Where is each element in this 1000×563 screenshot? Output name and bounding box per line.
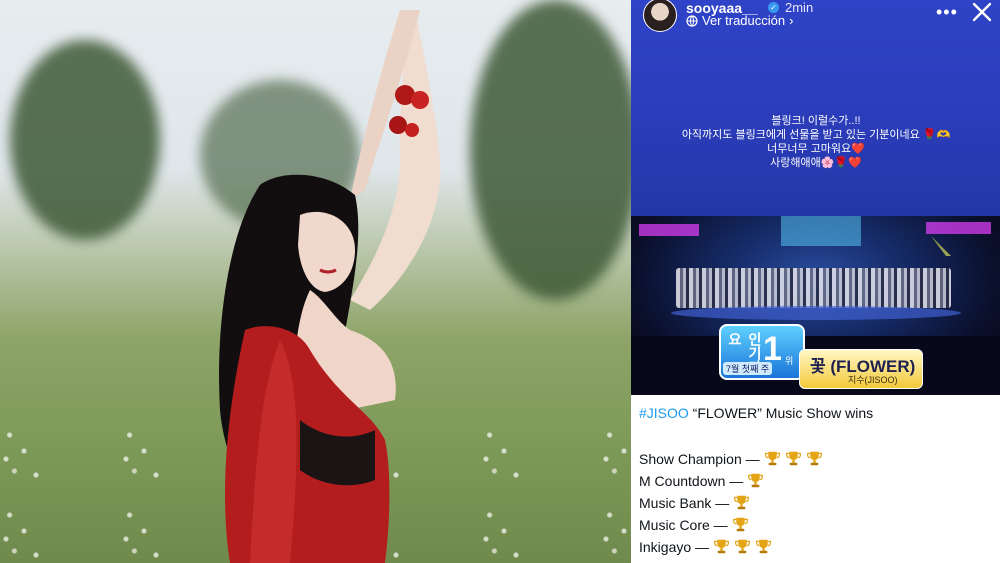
story-message-line: 아직까지도 블링크에게 선물을 받고 있는 기분이네요 🌹🫶 xyxy=(681,129,951,141)
tweet-card: #JISOO “FLOWER” Music Show wins Show Cha… xyxy=(631,395,1000,563)
win-row: M Countdown — xyxy=(639,472,764,489)
globe-icon xyxy=(686,14,698,27)
show-name: Music Bank — xyxy=(639,494,730,511)
win-row: Music Bank — xyxy=(639,494,750,511)
rank-unit: 위 xyxy=(785,356,794,366)
hashtag-link[interactable]: #JISOO xyxy=(639,405,689,421)
trophy-icon xyxy=(714,539,729,554)
artist-photo xyxy=(0,0,631,563)
show-name: Inkigayo — xyxy=(639,538,710,555)
trophy-icon xyxy=(735,539,750,554)
week-label: 7월 첫째 주 xyxy=(723,362,773,375)
trophy-icon xyxy=(734,495,750,510)
story-message: 블링크! 이럴수가..!! 아직까지도 블링크에게 선물을 받고 있는 기분이네… xyxy=(661,114,971,170)
win-row: Show Champion — xyxy=(639,450,823,467)
chevron-right-icon: › xyxy=(789,13,794,28)
trophy-icon xyxy=(756,539,771,554)
background-tree xyxy=(10,40,160,240)
instagram-story: sooyaaa__ ✓ 2min Ver traducción › ••• 블링… xyxy=(631,0,1000,216)
trophy-icon xyxy=(785,451,801,466)
win-row: Music Core — xyxy=(639,516,749,533)
song-banner: 꽃 (FLOWER) 지수(JISOO) xyxy=(799,349,923,389)
stage-lights xyxy=(639,216,991,256)
tv-broadcast-still: 인기가요 1 위 7월 첫째 주 꽃 (FLOWER) 지수(JISOO) xyxy=(631,216,1000,395)
show-name: Music Core — xyxy=(639,516,728,533)
woman-figure xyxy=(219,10,441,563)
song-artist: 지수(JISOO) xyxy=(848,375,898,385)
trophy-icon xyxy=(764,451,780,466)
show-name: M Countdown — xyxy=(639,472,744,489)
performers-group xyxy=(676,268,951,308)
avatar[interactable] xyxy=(643,0,677,32)
story-message-line: 사랑해애애🌸🌹❤️ xyxy=(770,157,862,169)
show-name: Show Champion — xyxy=(639,450,760,467)
tweet-title: #JISOO “FLOWER” Music Show wins xyxy=(639,405,873,421)
tweet-title-text: “FLOWER” Music Show wins xyxy=(688,405,874,421)
stage-floor xyxy=(671,306,961,320)
verified-badge-icon: ✓ xyxy=(768,2,779,13)
story-message-line: 블링크! 이럴수가..!! xyxy=(771,115,861,127)
trophy-icon xyxy=(748,473,764,488)
trophy-icon xyxy=(806,451,822,466)
translate-label: Ver traducción xyxy=(702,13,786,28)
trophy-icon xyxy=(732,517,748,532)
story-message-line: 너무너무 고마워요❤️ xyxy=(767,143,865,155)
translate-link[interactable]: Ver traducción › xyxy=(686,13,793,28)
more-options-button[interactable]: ••• xyxy=(936,2,958,23)
close-icon[interactable] xyxy=(970,0,994,24)
win-row: Inkigayo — xyxy=(639,538,772,555)
